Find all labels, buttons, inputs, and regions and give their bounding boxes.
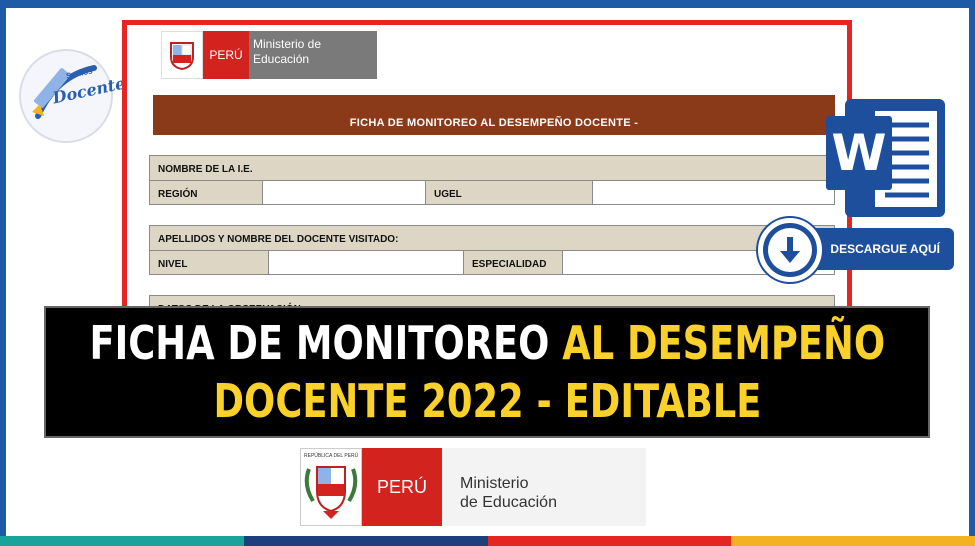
banner-line-1: FICHA DE MONITOREO AL DESEMPEÑO <box>89 314 885 372</box>
minedu-logo-small: PERÚ Ministerio de Educación <box>161 31 377 79</box>
ugel-label: UGEL <box>434 189 462 200</box>
teacher-name-label: APELLIDOS Y NOMBRE DEL DOCENTE VISITADO: <box>158 234 399 245</box>
document-preview: PERÚ Ministerio de Educación FICHA DE MO… <box>122 20 852 340</box>
stripe-red <box>487 536 732 546</box>
word-letter: W <box>826 116 892 190</box>
peru-label: PERÚ <box>203 31 249 79</box>
minedu-logo-large: REPÚBLICA DEL PERÚ PERÚ Ministerio de Ed… <box>300 448 646 526</box>
stripe-navy <box>243 536 488 546</box>
download-button[interactable]: DESCARGUE AQUÍ <box>758 218 956 282</box>
bottom-ministry-label: Ministerio de Educación <box>442 448 646 526</box>
school-name-label: NOMBRE DE LA I.E. <box>158 164 253 175</box>
frame-left-border <box>0 0 6 536</box>
title-banner: FICHA DE MONITOREO AL DESEMPEÑO DOCENTE … <box>44 306 930 438</box>
document-title-bar: FICHA DE MONITOREO AL DESEMPEÑO DOCENTE … <box>153 95 835 135</box>
bottom-peru-label: PERÚ <box>362 448 442 526</box>
download-arrow-icon <box>780 237 800 263</box>
stripe-yellow <box>731 536 975 546</box>
form-block-school: NOMBRE DE LA I.E. REGIÓN UGEL <box>149 155 835 205</box>
stripe-teal <box>0 536 244 546</box>
frame-top-border <box>0 0 975 8</box>
ministry-line-2: de Educación <box>460 494 557 511</box>
form-block-teacher: APELLIDOS Y NOMBRE DEL DOCENTE VISITADO:… <box>149 225 835 275</box>
region-label: REGIÓN <box>158 189 198 200</box>
banner-yellow-text: AL DESEMPEÑO <box>561 316 885 370</box>
ugel-field[interactable] <box>592 181 834 204</box>
bottom-color-stripes <box>0 536 975 546</box>
level-field[interactable] <box>268 251 464 274</box>
specialty-label: ESPECIALIDAD <box>472 259 547 270</box>
coat-of-arms-icon: REPÚBLICA DEL PERÚ <box>300 448 362 526</box>
download-circle[interactable] <box>758 218 822 282</box>
frame-right-border <box>969 0 975 536</box>
banner-white-text: FICHA DE MONITOREO <box>89 316 562 370</box>
region-field[interactable] <box>262 181 426 204</box>
banner-line-2: DOCENTE 2022 - EDITABLE <box>213 374 761 428</box>
shield-icon <box>161 31 203 79</box>
ministry-label: Ministerio de Educación <box>249 31 377 79</box>
level-label: NIVEL <box>158 259 188 270</box>
ministry-line-1: Ministerio <box>460 475 529 492</box>
